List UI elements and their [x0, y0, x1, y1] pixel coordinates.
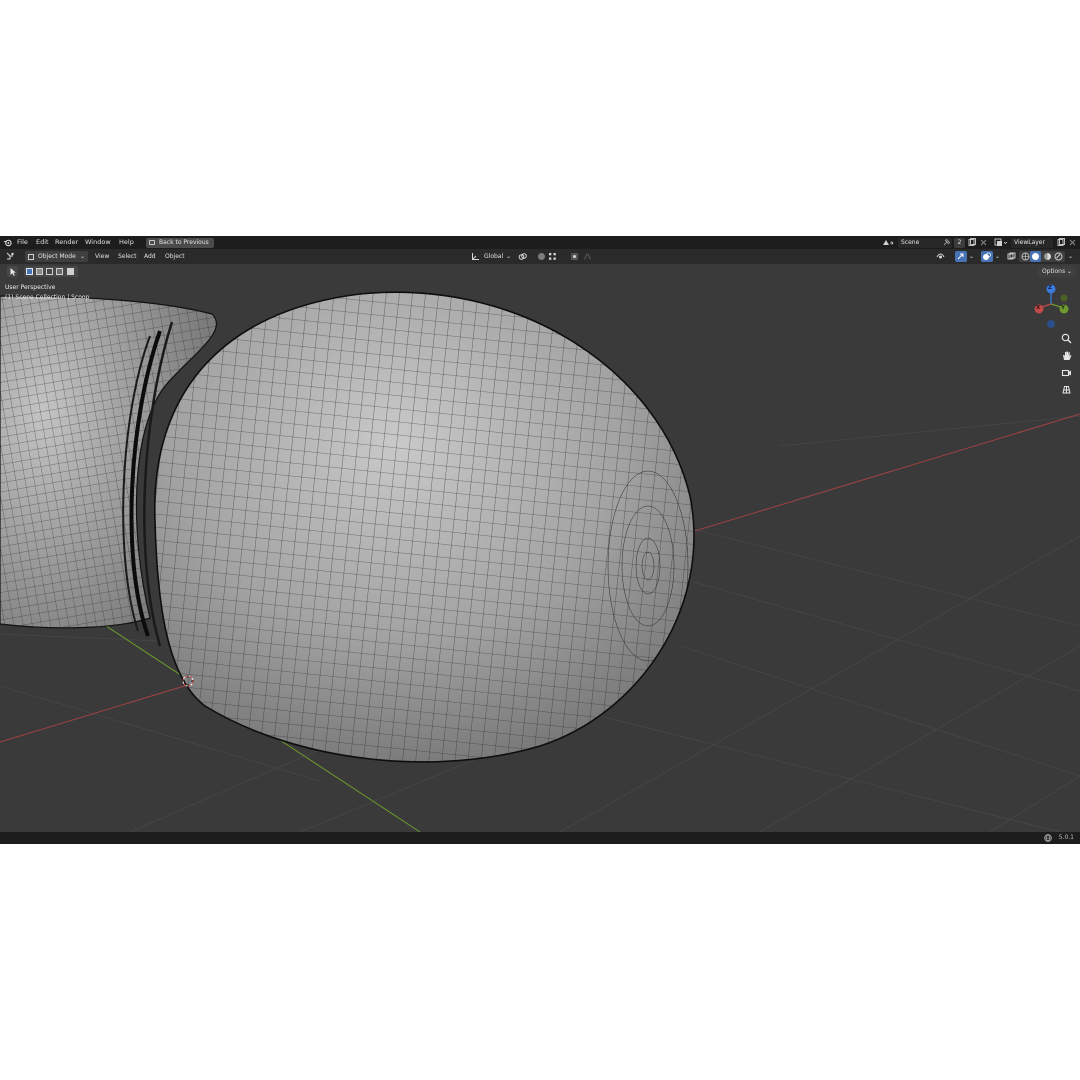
back-to-previous-label: Back to Previous [159, 238, 209, 246]
shading-wireframe-icon[interactable] [1021, 252, 1030, 261]
transform-chevron-icon: ⌄ [506, 253, 512, 260]
menu-window[interactable]: Window [85, 236, 111, 249]
menu-view[interactable]: View [95, 249, 109, 264]
collection-info: (1) Scene Collection | Scoop [5, 294, 90, 301]
gizmo-toggle[interactable] [955, 251, 967, 262]
menu-help[interactable]: Help [119, 236, 134, 249]
select-tool-button[interactable] [7, 266, 18, 277]
chevron-down-icon: ⌄ [79, 253, 85, 260]
gizmo-chevron-icon[interactable]: ⌄ [969, 249, 974, 264]
delete-view-layer-icon[interactable] [1068, 238, 1077, 247]
xray-icon[interactable] [1007, 252, 1016, 261]
menu-file[interactable]: File [17, 236, 28, 249]
camera-icon[interactable] [1060, 366, 1073, 379]
overlay-chevron-icon[interactable]: ⌄ [995, 249, 1000, 264]
object-mode-dropdown[interactable]: Object Mode ⌄ [25, 251, 88, 262]
delete-scene-icon[interactable] [979, 238, 988, 247]
view-layer-icon[interactable] [994, 238, 1008, 247]
new-scene-icon[interactable] [967, 238, 977, 247]
menu-render[interactable]: Render [55, 236, 78, 249]
view-layer-selector[interactable]: ViewLayer [1011, 237, 1053, 248]
editor-type-icon[interactable] [6, 252, 15, 261]
tool-settings-row: Options ⌄ [0, 264, 1080, 278]
transform-orientation-dropdown[interactable]: Global [484, 249, 503, 264]
select-new-icon[interactable] [26, 268, 33, 275]
options-dropdown[interactable]: Options ⌄ [1038, 266, 1076, 277]
select-invert-icon[interactable] [56, 268, 63, 275]
transform-orientation-icon[interactable] [471, 252, 480, 261]
screen-icon [149, 239, 155, 245]
overlay-toggle[interactable] [981, 251, 993, 262]
pan-hand-icon[interactable] [1060, 349, 1073, 362]
object-mode-label: Object Mode [38, 253, 76, 260]
shading-solid-active[interactable] [1030, 251, 1041, 262]
top-menu-bar: File Edit Render Window Help Back to Pre… [0, 236, 1080, 249]
snap-icon[interactable] [548, 252, 557, 261]
shading-rendered-icon[interactable] [1054, 252, 1063, 261]
globe-icon[interactable] [1044, 834, 1052, 842]
menu-select[interactable]: Select [118, 249, 137, 264]
select-subtract-icon[interactable] [46, 268, 53, 275]
selection-mode-group [24, 266, 78, 277]
scoop-mesh [122, 291, 695, 763]
proportional-falloff-icon[interactable] [583, 252, 592, 261]
object-mode-icon [28, 253, 34, 260]
scene-icon[interactable] [881, 238, 895, 247]
zoom-icon[interactable] [1060, 332, 1073, 345]
grid-view-icon[interactable] [1060, 383, 1073, 396]
menu-object[interactable]: Object [165, 249, 185, 264]
overlay-icon [983, 252, 991, 260]
3d-viewport[interactable] [0, 236, 1080, 844]
pin-icon[interactable] [942, 238, 950, 247]
cursor-arrow-icon [10, 268, 16, 276]
options-label: Options [1041, 268, 1066, 275]
back-to-previous-button[interactable]: Back to Previous [146, 237, 214, 248]
snap-target-icon[interactable] [570, 252, 579, 261]
blender-logo-icon[interactable] [3, 238, 12, 247]
view-name: User Perspective [5, 284, 56, 291]
proportional-edit-icon[interactable] [537, 252, 546, 261]
version-label: 5.0.1 [1058, 834, 1074, 841]
pivot-icon[interactable] [518, 252, 527, 261]
scene-user-count[interactable]: 2 [954, 237, 965, 248]
shading-material-icon[interactable] [1043, 252, 1052, 261]
gizmo-icon [957, 253, 964, 260]
visibility-icon[interactable] [936, 252, 945, 261]
blender-window: Z X Y File Edit Render Window Help Back … [0, 236, 1080, 844]
menu-edit[interactable]: Edit [36, 236, 49, 249]
select-intersect-icon[interactable] [67, 268, 74, 275]
gizmo-x-label[interactable]: X [1036, 305, 1040, 311]
view-layer-name: ViewLayer [1014, 238, 1045, 246]
menu-add[interactable]: Add [144, 249, 156, 264]
shading-solid-icon [1032, 253, 1039, 260]
new-view-layer-icon[interactable] [1056, 238, 1066, 247]
select-extend-icon[interactable] [36, 268, 43, 275]
scene-name: Scene [901, 238, 920, 246]
viewport-header: Object Mode ⌄ View Select Add Object Glo… [0, 249, 1080, 264]
gizmo-z-label[interactable]: Z [1048, 285, 1052, 291]
shading-chevron-icon[interactable]: ⌄ [1068, 249, 1073, 264]
gizmo-y-label[interactable]: Y [1061, 305, 1065, 311]
status-bar: 5.0.1 [0, 832, 1080, 844]
